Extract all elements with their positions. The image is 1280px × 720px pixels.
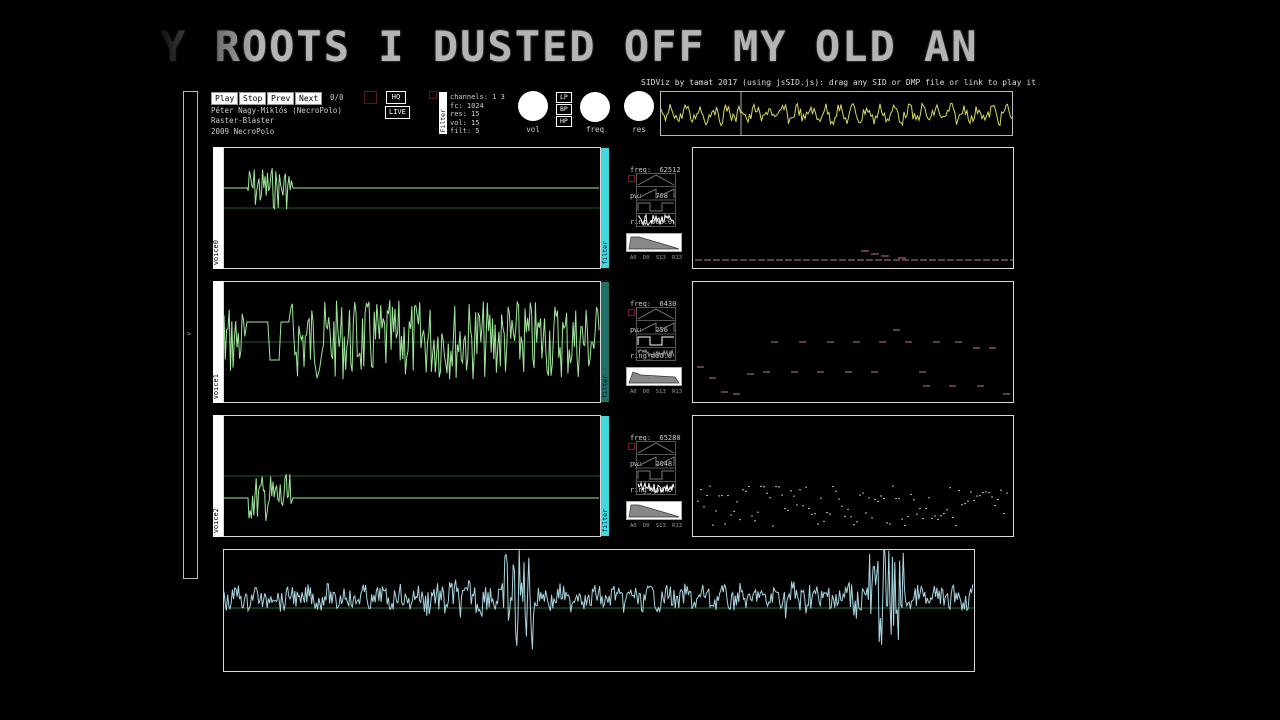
voice-name: voice0 xyxy=(212,239,220,265)
filter-toggle-label: Filter xyxy=(439,108,447,132)
track-counter: 0/0 xyxy=(330,93,344,102)
adsr-labels: A0 D0 S13 R13 xyxy=(630,389,683,395)
vol-knob[interactable] xyxy=(518,91,548,121)
filter-channels: channels: 1 3 xyxy=(450,93,505,101)
adsr-graphic xyxy=(628,236,680,250)
voice-filter-toggle[interactable]: filter xyxy=(601,282,609,402)
adsr-graphic xyxy=(628,504,680,518)
voice-pianoroll xyxy=(692,415,1014,537)
lp-button[interactable]: LP xyxy=(556,92,572,103)
filter-indicator xyxy=(429,91,437,99)
voice-scope xyxy=(223,281,601,403)
voice-name: voice2 xyxy=(212,507,220,533)
voice-pianoroll xyxy=(692,281,1014,403)
voice-label-bar[interactable]: voice0 xyxy=(212,147,223,269)
pianoroll-notes xyxy=(697,329,1010,395)
expand-arrow-icon[interactable]: > xyxy=(187,330,191,338)
song-title: Raster-Blaster xyxy=(211,116,275,125)
waveform-selector-graphic xyxy=(636,441,676,495)
record-indicator[interactable] xyxy=(364,91,377,104)
adsr-envelope[interactable] xyxy=(626,367,682,386)
voice-label-bar[interactable]: voice1 xyxy=(212,281,223,403)
adsr-labels: A0 D0 S13 R13 xyxy=(630,255,683,261)
filter-vol: vol: 15 xyxy=(450,118,480,127)
filter-toggle[interactable]: Filter xyxy=(439,92,447,134)
live-button[interactable]: LIVE xyxy=(385,106,410,119)
mini-oscilloscope[interactable] xyxy=(660,91,1013,136)
voice-wave xyxy=(224,300,600,380)
pianoroll-notes xyxy=(695,250,1013,261)
voice-wave xyxy=(224,473,600,521)
filter-filt: filt: 5 xyxy=(450,127,480,136)
waveform-selector[interactable] xyxy=(636,173,676,227)
voice-filter-toggle[interactable]: filter xyxy=(601,416,609,536)
freq-knob[interactable] xyxy=(580,92,610,122)
voice-scope xyxy=(223,147,601,269)
filter-res: res: 15 xyxy=(450,110,480,119)
hq-button[interactable]: HQ xyxy=(386,91,406,104)
master-oscilloscope xyxy=(223,549,975,672)
voice-pianoroll xyxy=(692,147,1014,269)
adsr-envelope[interactable] xyxy=(626,501,682,520)
voice-filter-label: filter xyxy=(601,374,609,398)
header-info: SIDViz by tamat 2017 (using jsSID.js): d… xyxy=(641,78,1036,87)
voice-gate-indicator xyxy=(628,175,635,182)
adsr-envelope[interactable] xyxy=(626,233,682,252)
master-wave xyxy=(224,550,974,650)
stop-button[interactable]: Stop xyxy=(239,92,267,105)
freq-knob-label: freq xyxy=(585,125,605,134)
voice-gate-indicator xyxy=(628,309,635,316)
bp-button[interactable]: BP xyxy=(556,104,572,115)
pianoroll-notes xyxy=(697,485,1008,527)
voice-filter-toggle[interactable]: filter xyxy=(601,148,609,268)
scroller-fade-left xyxy=(150,22,260,74)
waveform-selector[interactable] xyxy=(636,307,676,361)
filter-fc: fc: 1024 xyxy=(450,101,484,110)
next-button[interactable]: Next xyxy=(295,92,323,105)
adsr-labels: A0 D0 S13 R13 xyxy=(630,523,683,529)
hp-button[interactable]: HP xyxy=(556,116,572,127)
waveform-selector-graphic xyxy=(636,307,676,361)
prev-button[interactable]: Prev xyxy=(267,92,295,105)
scroller-text: Y ROOTS I DUSTED OFF MY OLD AN xyxy=(160,22,979,71)
vol-knob-label: vol xyxy=(526,125,540,134)
voice-filter-label: filter xyxy=(601,508,609,532)
song-released: 2009 NecroPolo xyxy=(211,127,275,136)
voice-filter-label: filter xyxy=(601,240,609,264)
voice-gate-indicator xyxy=(628,443,635,450)
voice-label-bar[interactable]: voice2 xyxy=(212,415,223,537)
scroller-fade-right xyxy=(1040,22,1150,74)
res-knob-label: res xyxy=(632,125,646,134)
res-knob[interactable] xyxy=(624,91,654,121)
waveform-selector[interactable] xyxy=(636,441,676,495)
playlist-collapse-strip[interactable]: > xyxy=(183,91,198,579)
voice-name: voice1 xyxy=(212,373,220,399)
song-author: Péter Nagy-Miklós (NecroPolo) xyxy=(211,106,342,115)
mini-scope-wave xyxy=(661,92,1012,135)
adsr-graphic xyxy=(628,371,680,384)
waveform-selector-graphic xyxy=(636,173,676,227)
voice-scope xyxy=(223,415,601,537)
play-button[interactable]: Play xyxy=(211,92,239,105)
filter-stats: channels: 1 3 fc: 1024 res: 15 vol: 15 f… xyxy=(450,93,505,136)
voice-wave xyxy=(224,168,600,211)
